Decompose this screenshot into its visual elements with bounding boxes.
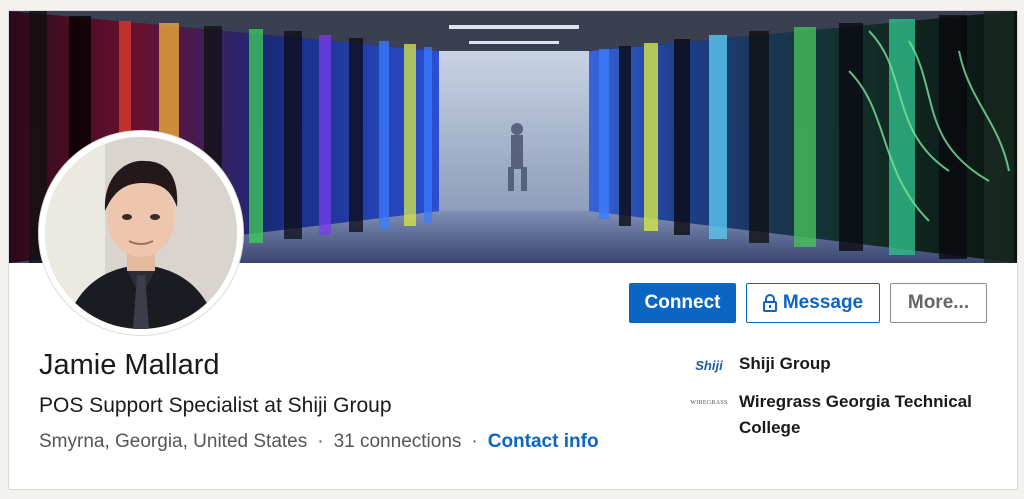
profile-location: Smyrna, Georgia, United States	[39, 431, 308, 452]
message-label: Message	[782, 292, 864, 313]
contact-info-link[interactable]: Contact info	[488, 431, 599, 453]
shiji-logo-icon: Shiji	[695, 357, 723, 373]
profile-organizations: Shiji Shiji Group WIREGRASS Wiregrass Ge…	[690, 351, 995, 451]
avatar[interactable]	[39, 131, 243, 335]
profile-photo	[45, 137, 237, 329]
message-button[interactable]: Message	[746, 283, 880, 323]
profile-name: Jamie Mallard	[39, 349, 220, 381]
separator: ·	[317, 431, 324, 452]
wiregrass-logo-icon: WIREGRASS	[690, 400, 728, 406]
profile-headline: POS Support Specialist at Shiji Group	[39, 394, 392, 417]
connections-count[interactable]: 31 connections	[334, 431, 462, 453]
more-button[interactable]: More...	[890, 283, 987, 323]
profile-meta: Smyrna, Georgia, United States · 31 conn…	[39, 431, 599, 453]
separator: ·	[471, 431, 478, 452]
org-name: Shiji Group	[739, 354, 831, 373]
org-name: Wiregrass Georgia Technical College	[739, 392, 972, 437]
lock-icon	[762, 294, 777, 312]
profile-top-card: Connect Message More... Jamie Mallard PO…	[8, 10, 1018, 490]
org-item-current-company[interactable]: Shiji Shiji Group	[695, 351, 995, 379]
connect-button[interactable]: Connect	[629, 283, 736, 323]
profile-actions: Connect Message More...	[629, 283, 987, 323]
org-item-education[interactable]: WIREGRASS Wiregrass Georgia Technical Co…	[690, 389, 995, 441]
